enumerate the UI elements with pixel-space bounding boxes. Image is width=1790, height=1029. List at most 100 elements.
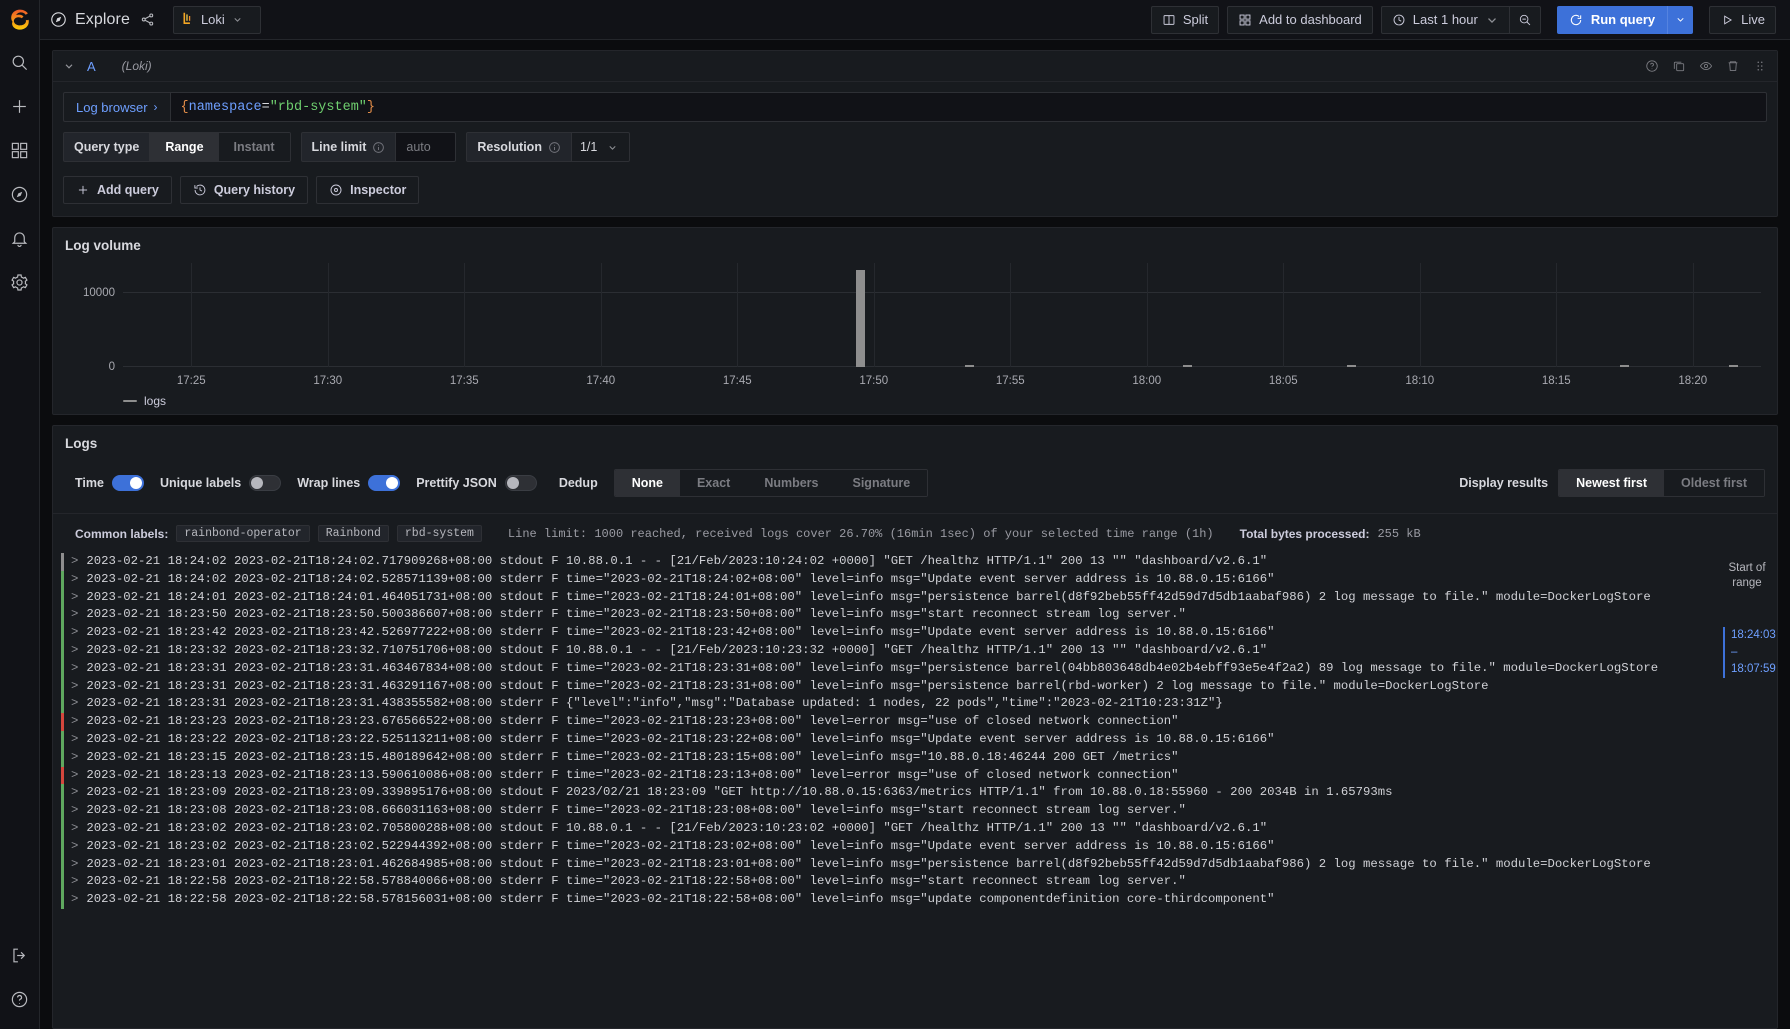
share-icon[interactable]: [140, 12, 155, 27]
toggle-wrap-lines-switch[interactable]: [368, 475, 401, 491]
add-to-dashboard-button[interactable]: Add to dashboard: [1227, 5, 1373, 34]
nav-item-help[interactable]: [0, 977, 40, 1021]
log-browser-button[interactable]: Log browser ›: [63, 92, 170, 122]
logs-list[interactable]: >2023-02-21 18:24:02 2023-02-21T18:24:02…: [53, 553, 1777, 1028]
log-row[interactable]: >2023-02-21 18:23:15 2023-02-21T18:23:15…: [53, 748, 1777, 767]
chevron-down-icon[interactable]: [63, 60, 75, 72]
log-row[interactable]: >2023-02-21 18:23:23 2023-02-21T18:23:23…: [53, 713, 1777, 731]
log-row-expand-icon[interactable]: >: [71, 820, 78, 838]
log-row-expand-icon[interactable]: >: [71, 642, 78, 660]
chart-bar[interactable]: [964, 365, 974, 367]
nav-item-create[interactable]: [0, 84, 40, 128]
help-circle-icon[interactable]: [1645, 59, 1659, 73]
legend-label[interactable]: logs: [144, 394, 166, 408]
nav-item-alerting[interactable]: [0, 216, 40, 260]
log-row[interactable]: >2023-02-21 18:23:31 2023-02-21T18:23:31…: [53, 659, 1777, 678]
log-row[interactable]: >2023-02-21 18:23:31 2023-02-21T18:23:31…: [53, 677, 1777, 696]
log-row[interactable]: >2023-02-21 18:22:58 2023-02-21T18:22:58…: [53, 891, 1777, 909]
order-newest-first[interactable]: Newest first: [1559, 470, 1664, 496]
dedup-option-none[interactable]: None: [614, 470, 680, 496]
log-row-expand-icon[interactable]: >: [71, 873, 78, 891]
common-label-chip[interactable]: Rainbond: [317, 525, 389, 542]
zoom-out-button[interactable]: [1509, 5, 1541, 34]
order-oldest-first[interactable]: Oldest first: [1664, 470, 1764, 496]
query-history-button[interactable]: Query history: [179, 176, 309, 204]
toggle-unique-labels-switch[interactable]: [249, 475, 282, 491]
eye-icon[interactable]: [1699, 59, 1713, 73]
log-row[interactable]: >2023-02-21 18:24:02 2023-02-21T18:24:02…: [53, 553, 1777, 571]
log-row-expand-icon[interactable]: >: [71, 784, 78, 802]
log-row[interactable]: >2023-02-21 18:23:50 2023-02-21T18:23:50…: [53, 606, 1777, 625]
log-row-expand-icon[interactable]: >: [71, 553, 78, 571]
line-limit-input[interactable]: auto: [396, 132, 457, 162]
log-row[interactable]: >2023-02-21 18:23:08 2023-02-21T18:23:08…: [53, 802, 1777, 820]
query-type-range[interactable]: Range: [150, 133, 219, 161]
log-row-expand-icon[interactable]: >: [71, 624, 78, 642]
log-row[interactable]: >2023-02-21 18:23:01 2023-02-21T18:23:01…: [53, 855, 1777, 874]
dedup-option-numbers[interactable]: Numbers: [747, 470, 836, 496]
log-row[interactable]: >2023-02-21 18:23:31 2023-02-21T18:23:31…: [53, 695, 1777, 714]
log-row-expand-icon[interactable]: >: [71, 802, 78, 820]
toggle-time-switch[interactable]: [111, 475, 144, 491]
log-row[interactable]: >2023-02-21 18:24:01 2023-02-21T18:24:01…: [53, 588, 1777, 607]
log-row[interactable]: >2023-02-21 18:23:02 2023-02-21T18:23:02…: [53, 819, 1777, 838]
chart-bar[interactable]: [1183, 365, 1193, 367]
query-expression-input[interactable]: {namespace = "rbd-system"}: [169, 92, 1767, 122]
chart-bar[interactable]: [1620, 365, 1629, 367]
common-label-chip[interactable]: rbd-system: [396, 525, 482, 542]
info-icon[interactable]: [372, 141, 385, 154]
run-query-button[interactable]: Run query: [1556, 5, 1668, 34]
toggle-prettify-json[interactable]: Prettify JSON: [416, 475, 537, 491]
log-row-expand-icon[interactable]: >: [71, 695, 78, 713]
grafana-logo[interactable]: [0, 0, 40, 40]
query-ref-id[interactable]: A: [87, 59, 96, 74]
nav-item-dashboards[interactable]: [0, 128, 40, 172]
log-row-expand-icon[interactable]: >: [71, 678, 78, 696]
nav-item-search[interactable]: [0, 40, 40, 84]
toggle-time[interactable]: Time: [75, 475, 144, 491]
common-label-chip[interactable]: rainbond-operator: [176, 525, 310, 542]
nav-item-configuration[interactable]: [0, 260, 40, 304]
log-row-expand-icon[interactable]: >: [71, 606, 78, 624]
split-button[interactable]: Split: [1150, 5, 1220, 34]
log-row-expand-icon[interactable]: >: [71, 589, 78, 607]
log-row[interactable]: >2023-02-21 18:22:58 2023-02-21T18:22:58…: [53, 873, 1777, 892]
log-row-expand-icon[interactable]: >: [71, 749, 78, 767]
inspector-button[interactable]: Inspector: [316, 176, 420, 204]
toggle-wrap-lines[interactable]: Wrap lines: [297, 475, 401, 491]
query-type-instant[interactable]: Instant: [218, 133, 290, 161]
toggle-unique-labels[interactable]: Unique labels: [160, 475, 282, 491]
log-row-expand-icon[interactable]: >: [71, 713, 78, 731]
log-row-expand-icon[interactable]: >: [71, 856, 78, 874]
toggle-prettify-json-switch[interactable]: [504, 475, 537, 491]
log-row[interactable]: >2023-02-21 18:23:42 2023-02-21T18:23:42…: [53, 624, 1777, 642]
datasource-picker[interactable]: Loki: [172, 5, 261, 34]
add-query-button[interactable]: Add query: [63, 176, 172, 204]
log-row[interactable]: >2023-02-21 18:23:32 2023-02-21T18:23:32…: [53, 641, 1777, 660]
log-volume-chart[interactable]: 0 10000 17:25 17:30 17:35 17:40 17:45 17:50 17:5…: [65, 263, 1765, 387]
log-row-expand-icon[interactable]: >: [71, 571, 78, 589]
resolution-select[interactable]: 1/1: [571, 132, 630, 162]
log-row-expand-icon[interactable]: >: [71, 660, 78, 678]
info-icon[interactable]: [548, 141, 561, 154]
log-row-expand-icon[interactable]: >: [71, 767, 78, 785]
nav-item-signout[interactable]: [0, 933, 40, 977]
trash-icon[interactable]: [1726, 59, 1740, 73]
chart-bar[interactable]: [1347, 365, 1356, 367]
log-row[interactable]: >2023-02-21 18:23:13 2023-02-21T18:23:13…: [53, 766, 1777, 785]
dedup-option-exact[interactable]: Exact: [679, 470, 748, 496]
live-button[interactable]: Live: [1709, 5, 1776, 34]
log-row-expand-icon[interactable]: >: [71, 838, 78, 856]
run-query-interval-dropdown[interactable]: [1667, 5, 1694, 34]
log-row[interactable]: >2023-02-21 18:23:22 2023-02-21T18:23:22…: [53, 730, 1777, 749]
log-row-expand-icon[interactable]: >: [71, 731, 78, 749]
dedup-option-signature[interactable]: Signature: [835, 470, 928, 496]
log-row[interactable]: >2023-02-21 18:23:02 2023-02-21T18:23:02…: [53, 837, 1777, 856]
time-range-picker[interactable]: Last 1 hour: [1380, 5, 1510, 34]
copy-icon[interactable]: [1672, 59, 1686, 73]
chart-bar[interactable]: [1729, 365, 1739, 367]
chart-bar[interactable]: [855, 270, 865, 367]
drag-handle-icon[interactable]: [1753, 59, 1767, 73]
log-row[interactable]: >2023-02-21 18:24:02 2023-02-21T18:24:02…: [53, 570, 1777, 589]
nav-item-explore[interactable]: [0, 172, 40, 216]
